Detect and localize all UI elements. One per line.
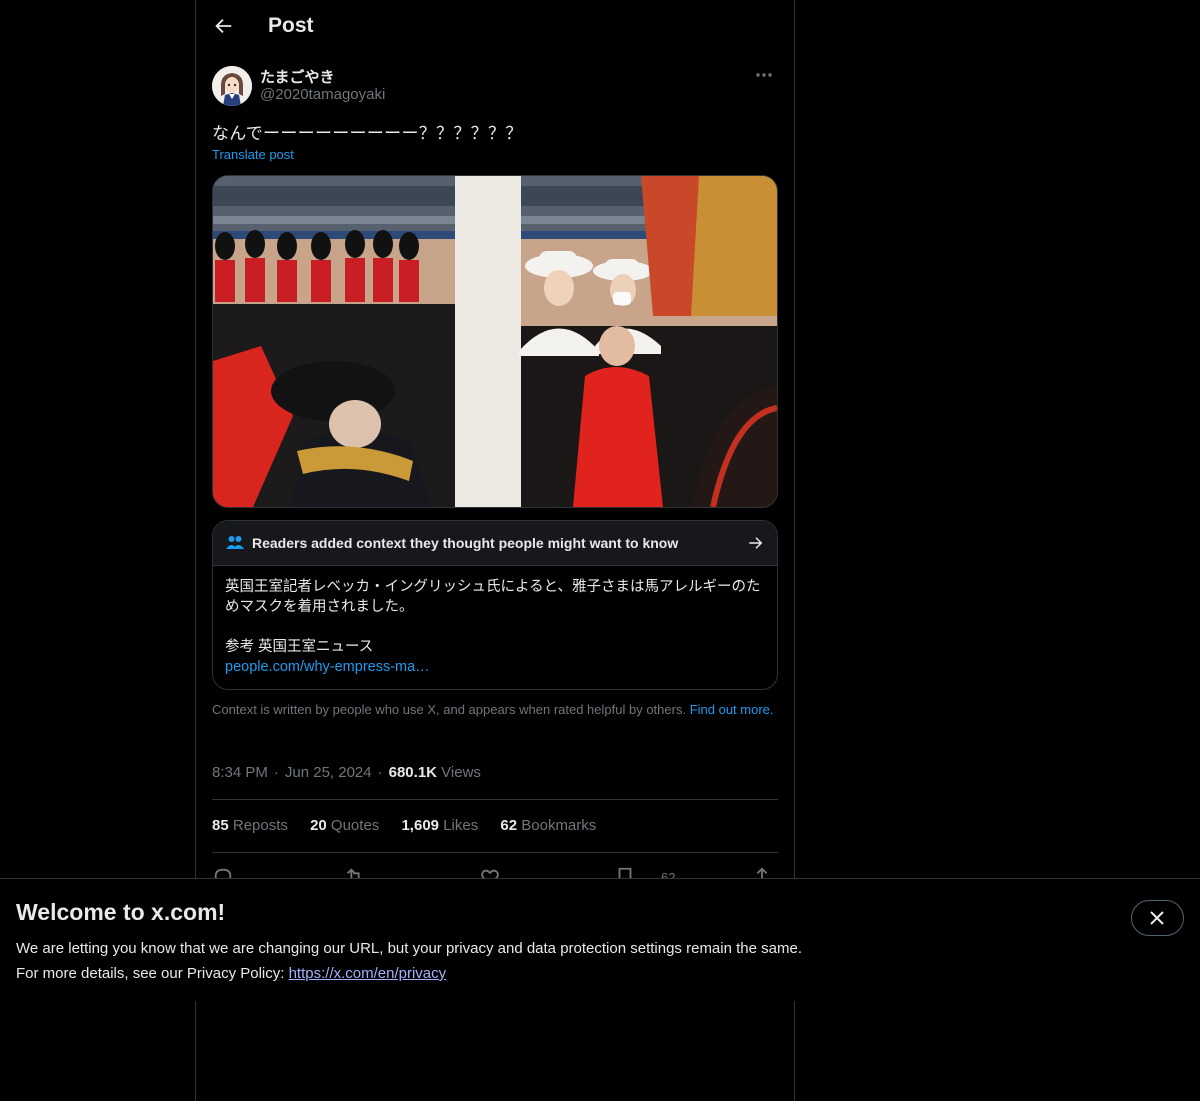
privacy-policy-link[interactable]: https://x.com/en/privacy [289, 965, 447, 982]
banner-line: For more details, see our Privacy Policy… [16, 961, 802, 986]
community-note-header[interactable]: Readers added context they thought peopl… [213, 521, 777, 566]
post-photo[interactable] [212, 175, 778, 508]
close-icon [1150, 911, 1164, 925]
post-author: たまごやき @2020tamagoyaki [212, 64, 778, 108]
community-note-body: 英国王室記者レベッカ・イングリッシュ氏によると、雅子さまは馬アレルギーのためマス… [225, 577, 770, 677]
author-handle[interactable]: @2020tamagoyaki [260, 86, 385, 103]
community-note-disclaimer: Context is written by people who use X, … [212, 702, 778, 718]
post-text: なんでーーーーーーーーー？？？？？？ [212, 124, 523, 143]
community-note-title: Readers added context they thought peopl… [252, 535, 679, 551]
community-note-text: 英国王室記者レベッカ・イングリッシュ氏によると、雅子さまは馬アレルギーのためマス… [225, 579, 761, 615]
banner-title: Welcome to x.com! [16, 899, 226, 925]
post-photo-image [213, 176, 777, 507]
community-note-source-link[interactable]: people.com/why-empress-ma… [225, 657, 770, 677]
page-header: Post [196, 0, 794, 53]
divider [212, 852, 778, 853]
separator: · [273, 764, 279, 781]
close-banner-button[interactable] [1131, 900, 1184, 936]
translate-post-link[interactable]: Translate post [212, 147, 294, 162]
arrow-right-icon[interactable] [747, 534, 765, 552]
separator: · [377, 764, 383, 781]
post-date[interactable]: Jun 25, 2024 [285, 764, 372, 781]
post-time[interactable]: 8:34 PM [212, 764, 268, 781]
people-icon [226, 536, 244, 549]
author-display-name[interactable]: たまごやき [260, 66, 335, 87]
views-label: Views [441, 764, 481, 781]
banner-line: We are letting you know that we are chan… [16, 940, 802, 957]
community-note: Readers added context they thought peopl… [212, 520, 778, 690]
post-metadata: 8:34 PM · Jun 25, 2024 · 680.1K Views [212, 764, 481, 781]
url-change-banner: Welcome to x.com! We are letting you kno… [0, 878, 1200, 1001]
find-out-more-link[interactable]: Find out more. [690, 702, 774, 717]
likes-stat[interactable]: 1,609 Likes [401, 817, 478, 834]
page-title: Post [268, 14, 314, 37]
divider [212, 799, 778, 800]
banner-message: We are letting you know that we are chan… [16, 936, 802, 986]
banner-line-prefix: For more details, see our Privacy Policy… [16, 965, 289, 982]
engagement-stats: 85 Reposts 20 Quotes 1,609 Likes 62 Book… [212, 817, 614, 834]
bookmarks-stat[interactable]: 62 Bookmarks [500, 817, 596, 834]
reposts-stat[interactable]: 85 Reposts [212, 817, 288, 834]
disclaimer-text: Context is written by people who use X, … [212, 702, 687, 717]
back-arrow-icon[interactable] [212, 15, 234, 37]
quotes-stat[interactable]: 20 Quotes [310, 817, 379, 834]
community-note-reference: 参考 英国王室ニュース [225, 639, 374, 655]
more-options-icon[interactable] [754, 66, 774, 84]
avatar[interactable] [212, 66, 252, 106]
views-count: 680.1K [388, 764, 437, 781]
